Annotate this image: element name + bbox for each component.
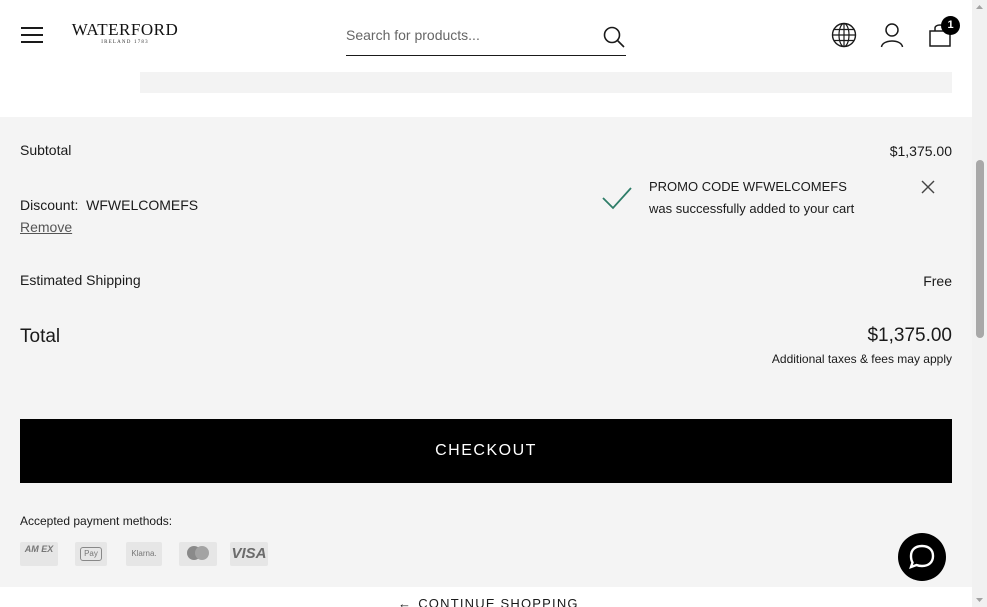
continue-shopping-label: CONTINUE SHOPPING (418, 596, 579, 607)
cart-count-badge: 1 (941, 16, 960, 35)
subtotal-label: Subtotal (20, 142, 72, 158)
globe-icon[interactable] (831, 22, 857, 48)
checkout-button[interactable]: CHECKOUT (20, 419, 952, 483)
scroll-up-arrow-icon[interactable] (972, 0, 987, 15)
site-header: WATERFORD IRELAND 1783 1 (0, 0, 972, 72)
scroll-down-arrow-icon[interactable] (972, 592, 987, 607)
klarna-icon: Klarna. (126, 542, 162, 566)
chat-bubble-icon (909, 544, 935, 569)
brand-logo[interactable]: WATERFORD IRELAND 1783 (68, 21, 182, 51)
discount-label: Discount: (20, 197, 79, 213)
search-input[interactable] (346, 23, 586, 47)
cart-item-panel (140, 72, 952, 93)
menu-icon[interactable] (21, 25, 43, 45)
mastercard-icon (179, 542, 217, 566)
logo-text: WATERFORD (71, 20, 179, 39)
arrow-left-icon: ← (398, 596, 413, 607)
shipping-label: Estimated Shipping (20, 272, 141, 288)
visa-icon: VISA (230, 542, 268, 566)
total-value: $1,375.00 (867, 325, 952, 346)
order-summary: Subtotal $1,375.00 Discount: WFWELCOMEFS… (0, 117, 972, 587)
remove-discount-link[interactable]: Remove (20, 219, 72, 235)
discount-code: WFWELCOMEFS (86, 197, 199, 213)
chat-launcher-button[interactable] (898, 533, 946, 581)
search-icon[interactable] (602, 25, 626, 49)
apple-pay-icon: Pay (75, 542, 107, 566)
check-icon (602, 187, 632, 210)
shipping-value: Free (923, 273, 952, 289)
subtotal-value: $1,375.00 (889, 143, 952, 159)
scrollbar[interactable] (972, 0, 987, 607)
cart-button[interactable]: 1 (928, 16, 962, 50)
total-label: Total (20, 326, 61, 347)
promo-message-body: was successfully added to your cart (649, 201, 855, 216)
search-bar (346, 20, 626, 56)
amex-icon: AM EX (20, 542, 58, 566)
promo-success-toast: PROMO CODE WFWELCOMEFS was successfully … (596, 172, 952, 228)
promo-message-title: PROMO CODE WFWELCOMEFS (649, 179, 847, 194)
taxes-note: Additional taxes & fees may apply (771, 352, 952, 366)
apple-pay-text: Pay (80, 547, 102, 561)
logo-subtext: IRELAND 1783 (101, 40, 149, 45)
cart-page: WATERFORD IRELAND 1783 1 (0, 0, 987, 607)
account-icon[interactable] (880, 22, 904, 48)
discount-row: Discount: WFWELCOMEFS (20, 197, 198, 213)
scrollbar-thumb[interactable] (976, 160, 984, 338)
continue-shopping-link[interactable]: ← CONTINUE SHOPPING (398, 596, 579, 607)
close-icon[interactable] (920, 179, 936, 195)
payment-methods-label: Accepted payment methods: (20, 514, 173, 528)
